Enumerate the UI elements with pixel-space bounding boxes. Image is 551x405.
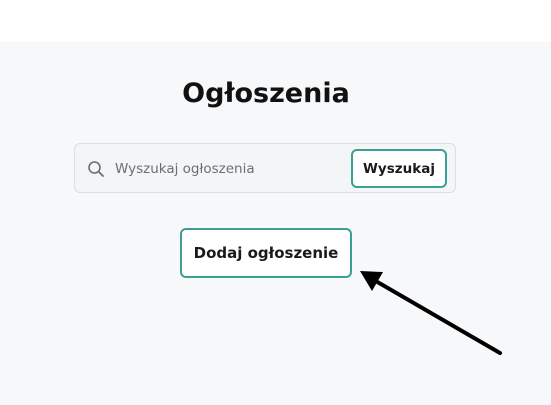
search-icon — [87, 160, 105, 178]
search-button[interactable]: Wyszukaj — [351, 149, 447, 188]
search-input[interactable] — [115, 156, 345, 182]
page-title: Ogłoszenia — [182, 78, 350, 109]
search-bar: Wyszukaj — [74, 143, 456, 193]
add-listing-button[interactable]: Dodaj ogłoszenie — [180, 228, 352, 278]
top-bar — [0, 0, 551, 42]
